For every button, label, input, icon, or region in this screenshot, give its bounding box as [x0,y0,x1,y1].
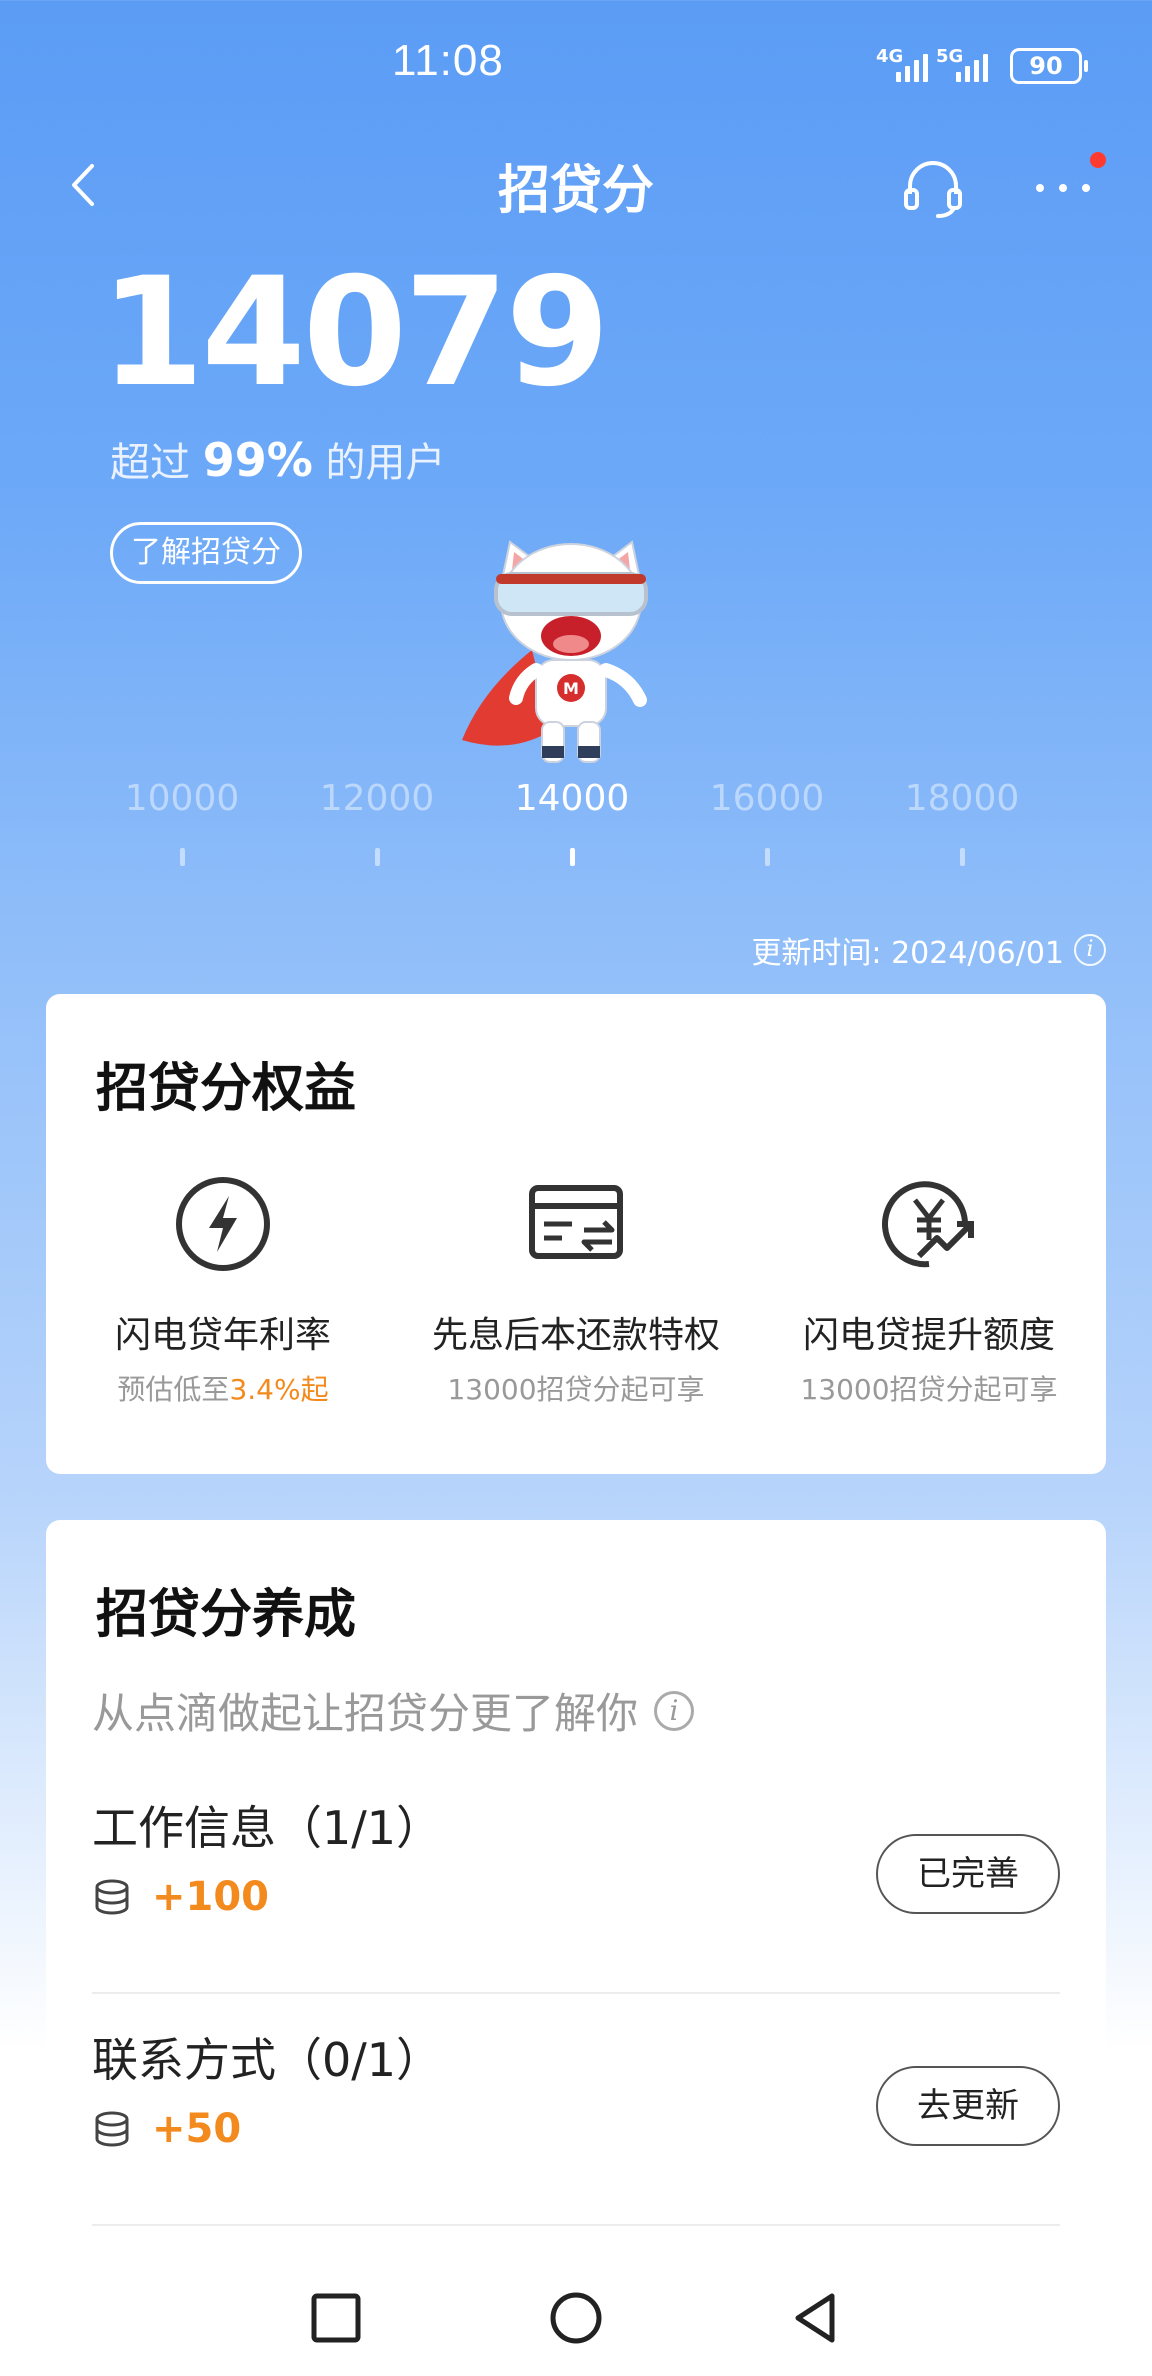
system-nav-bar [0,2260,1152,2376]
benefit-item[interactable]: 先息后本还款特权 13000招贷分起可享 [406,1174,746,1408]
benefit-sub: 13000招贷分起可享 [447,1373,705,1406]
task-item-work-info: 工作信息（1/1） +100 已完善 [92,1762,1060,1994]
scale-label: 18000 [904,778,1020,819]
scale-label: 16000 [709,778,825,819]
lightning-icon [176,1177,270,1271]
headset-icon[interactable] [900,156,966,222]
update-button[interactable]: 去更新 [876,2066,1060,2146]
task-reward: +50 [92,2106,241,2152]
rate-highlight: 3.4%起 [229,1373,329,1406]
info-icon[interactable]: i [1074,934,1106,966]
more-dots-icon[interactable] [1030,160,1100,210]
grow-subtitle: 从点滴做起让招贷分更了解你 i [92,1680,695,1741]
scale-tick [180,848,185,866]
update-time: 更新时间: 2024/06/01 i [751,928,1106,972]
benefit-sub: 预估低至3.4%起 [117,1373,329,1406]
scale-label: 10000 [124,778,240,819]
back-triangle-icon[interactable] [788,2290,844,2346]
benefit-sub: 13000招贷分起可享 [800,1373,1058,1406]
task-name: 联系方式（0/1） [92,2033,443,2087]
percentile-text: 超过 99% 的用户 [110,433,446,487]
task-reward: +100 [92,1874,269,1920]
task-name: 工作信息（1/1） [92,1801,443,1855]
task-points: +50 [152,2106,242,2152]
coin-stack-icon [95,1879,129,1915]
grow-title: 招贷分养成 [96,1585,357,1645]
benefit-name: 闪电贷提升额度 [802,1315,1055,1356]
svg-text:M: M [563,679,579,698]
completed-button[interactable]: 已完善 [876,1834,1060,1914]
scale-label-active: 14000 [514,778,630,819]
recent-apps-icon[interactable] [308,2290,364,2346]
yen-growth-icon [882,1181,974,1268]
divider [92,2224,1060,2226]
scale-tick [375,848,380,866]
grow-card: 招贷分养成 从点滴做起让招贷分更了解你 i 工作信息（1/1） +100 已完善… [46,1520,1106,2376]
benefits-title: 招贷分权益 [96,1059,357,1119]
score-value: 14079 [100,246,610,420]
page-title: 招贷分 [497,161,654,221]
battery-icon: 90 [1010,48,1088,84]
home-icon[interactable] [548,2290,604,2346]
notification-dot [1090,152,1106,168]
learn-more-button[interactable]: 了解招贷分 [110,522,302,584]
scale-label: 12000 [319,778,435,819]
benefit-name: 闪电贷年利率 [114,1315,331,1356]
task-points: +100 [152,1874,270,1920]
percentile-value: 99% [202,433,313,487]
scale-tick [960,848,965,866]
coin-stack-icon [95,2111,129,2147]
scale-tick-active [570,848,575,866]
mascot-cat-image: M [462,540,648,763]
benefit-item[interactable]: 闪电贷提升额度 13000招贷分起可享 [759,1174,1099,1408]
benefits-card: 招贷分权益 闪电贷年利率 预估低至3.4%起 先息后本还款特权 13000招贷分… [46,994,1106,1474]
task-item-contact: 联系方式（0/1） +50 去更新 [92,1994,1060,2226]
scale-tick [765,848,770,866]
benefit-item[interactable]: 闪电贷年利率 预估低至3.4%起 [53,1174,393,1408]
benefit-name: 先息后本还款特权 [431,1315,720,1356]
card-exchange-icon [529,1185,623,1259]
status-bar: 11:08 4G 5G 90 [0,0,1152,130]
status-time: 11:08 [392,36,504,85]
info-icon[interactable]: i [654,1690,695,1731]
